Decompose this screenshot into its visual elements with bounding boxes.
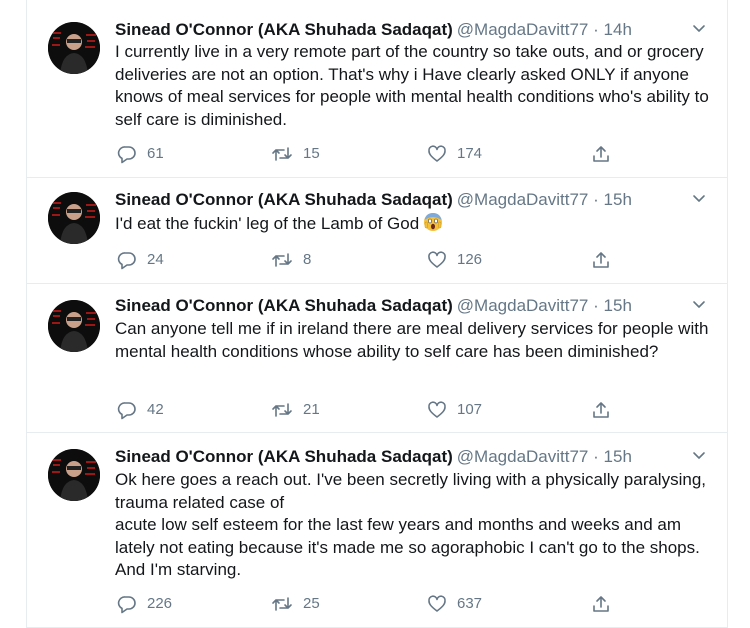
like-button[interactable]: 174 <box>427 142 482 166</box>
like-button[interactable]: 107 <box>427 398 482 422</box>
share-button[interactable] <box>591 592 611 616</box>
reply-count: 226 <box>147 595 173 612</box>
chevron-down-icon[interactable] <box>689 445 709 467</box>
retweet-button[interactable]: 21 <box>271 398 320 422</box>
retweet-count: 8 <box>303 251 312 268</box>
retweet-icon <box>271 400 293 420</box>
heart-icon <box>427 250 447 270</box>
timestamp[interactable]: 15h <box>604 190 632 209</box>
timestamp[interactable]: 15h <box>604 447 632 466</box>
retweet-count: 15 <box>303 145 320 162</box>
reply-icon <box>117 400 137 420</box>
handle[interactable]: @MagdaDavitt77 <box>457 296 589 315</box>
like-count: 107 <box>457 401 483 418</box>
separator: · <box>593 447 599 466</box>
chevron-down-icon[interactable] <box>689 188 709 210</box>
tweet[interactable]: Sinead O'Connor (AKA Shuhada Sadaqat) @Ma… <box>27 284 727 433</box>
timestamp[interactable]: 14h <box>604 20 632 39</box>
separator: · <box>593 20 599 39</box>
handle[interactable]: @MagdaDavitt77 <box>457 190 589 209</box>
reply-icon <box>117 144 137 164</box>
reply-button[interactable]: 24 <box>117 248 164 272</box>
tweet[interactable]: Sinead O'Connor (AKA Shuhada Sadaqat) @Ma… <box>27 433 727 628</box>
timestamp[interactable]: 15h <box>604 296 632 315</box>
avatar[interactable] <box>48 22 100 74</box>
like-count: 126 <box>457 251 483 268</box>
display-name[interactable]: Sinead O'Connor (AKA Shuhada Sadaqat) <box>115 447 453 466</box>
tweet[interactable]: Sinead O'Connor (AKA Shuhada Sadaqat) @Ma… <box>27 178 727 284</box>
display-name[interactable]: Sinead O'Connor (AKA Shuhada Sadaqat) <box>115 190 453 209</box>
tweet-header: Sinead O'Connor (AKA Shuhada Sadaqat) @Ma… <box>115 294 709 318</box>
share-button[interactable] <box>591 248 611 272</box>
avatar[interactable] <box>48 449 100 501</box>
tweet-actions: 42 21 107 <box>115 398 635 422</box>
like-button[interactable]: 637 <box>427 592 482 616</box>
like-count: 637 <box>457 595 483 612</box>
retweet-button[interactable]: 15 <box>271 142 320 166</box>
chevron-down-icon[interactable] <box>689 18 709 40</box>
avatar[interactable] <box>48 192 100 244</box>
tweet-header: Sinead O'Connor (AKA Shuhada Sadaqat) @Ma… <box>115 445 709 469</box>
retweet-button[interactable]: 8 <box>271 248 311 272</box>
tweet-header: Sinead O'Connor (AKA Shuhada Sadaqat) @Ma… <box>115 188 709 212</box>
handle[interactable]: @MagdaDavitt77 <box>457 447 589 466</box>
retweet-count: 25 <box>303 595 320 612</box>
share-icon <box>591 400 611 420</box>
screaming-face-emoji <box>423 212 443 232</box>
tweet-text: I'd eat the fuckin' leg of the Lamb of G… <box>115 214 420 233</box>
tweet-header: Sinead O'Connor (AKA Shuhada Sadaqat) @Ma… <box>115 18 709 42</box>
reply-button[interactable]: 61 <box>117 142 164 166</box>
heart-icon <box>427 594 447 614</box>
display-name[interactable]: Sinead O'Connor (AKA Shuhada Sadaqat) <box>115 20 453 39</box>
reply-button[interactable]: 226 <box>117 592 172 616</box>
tweet-actions: 61 15 174 <box>115 142 635 166</box>
separator: · <box>593 296 599 315</box>
share-icon <box>591 144 611 164</box>
handle[interactable]: @MagdaDavitt77 <box>457 20 589 39</box>
tweet[interactable]: Sinead O'Connor (AKA Shuhada Sadaqat) @Ma… <box>27 0 727 178</box>
reply-count: 24 <box>147 251 164 268</box>
tweet-timeline: Sinead O'Connor (AKA Shuhada Sadaqat) @Ma… <box>26 0 728 628</box>
like-count: 174 <box>457 145 483 162</box>
share-icon <box>591 250 611 270</box>
avatar[interactable] <box>48 300 100 352</box>
share-icon <box>591 594 611 614</box>
tweet-text: Can anyone tell me if in ireland there a… <box>115 319 709 361</box>
heart-icon <box>427 400 447 420</box>
heart-icon <box>427 144 447 164</box>
retweet-count: 21 <box>303 401 320 418</box>
reply-count: 61 <box>147 145 164 162</box>
chevron-down-icon[interactable] <box>689 294 709 316</box>
retweet-button[interactable]: 25 <box>271 592 320 616</box>
retweet-icon <box>271 144 293 164</box>
tweet-text: Ok here goes a reach out. I've been secr… <box>115 470 706 579</box>
like-button[interactable]: 126 <box>427 248 482 272</box>
reply-button[interactable]: 42 <box>117 398 164 422</box>
share-button[interactable] <box>591 142 611 166</box>
share-button[interactable] <box>591 398 611 422</box>
tweet-text-container: I'd eat the fuckin' leg of the Lamb of G… <box>115 212 715 236</box>
tweet-text: I currently live in a very remote part o… <box>115 42 709 129</box>
reply-count: 42 <box>147 401 164 418</box>
reply-icon <box>117 250 137 270</box>
reply-icon <box>117 594 137 614</box>
tweet-actions: 24 8 126 <box>115 248 635 272</box>
separator: · <box>593 190 599 209</box>
tweet-actions: 226 25 637 <box>115 592 635 616</box>
retweet-icon <box>271 594 293 614</box>
display-name[interactable]: Sinead O'Connor (AKA Shuhada Sadaqat) <box>115 296 453 315</box>
retweet-icon <box>271 250 293 270</box>
